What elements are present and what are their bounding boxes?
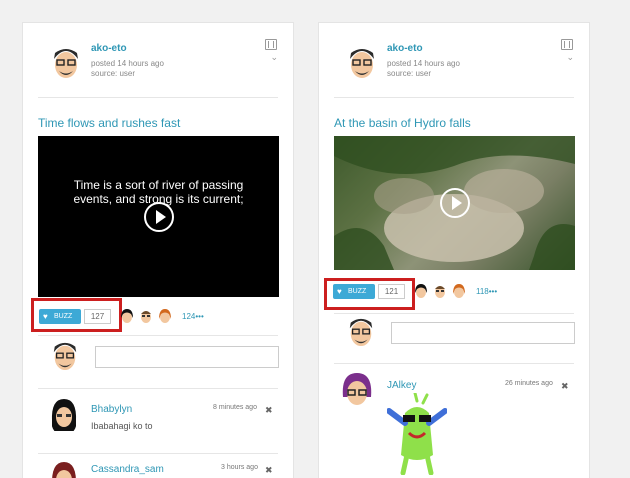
post-author[interactable]: ako-eto [387, 43, 423, 54]
close-icon[interactable]: ✖ [265, 405, 273, 416]
heart-icon: ♥ [43, 312, 48, 321]
divider [38, 97, 278, 98]
avatar[interactable] [158, 308, 172, 325]
play-icon[interactable] [439, 188, 470, 218]
post-meta: posted 14 hours ago source: user [91, 59, 164, 79]
post-card: ako-eto posted 14 hours ago source: user… [318, 22, 590, 478]
comment-author[interactable]: Bhabylyn [91, 404, 132, 415]
avatar[interactable] [51, 397, 77, 435]
close-icon[interactable]: ✖ [561, 381, 569, 392]
avatar[interactable] [347, 45, 377, 81]
avatar[interactable] [433, 283, 447, 300]
post-author[interactable]: ako-eto [91, 43, 127, 54]
comment-text: Ibabahagi ko to [91, 421, 153, 431]
post-card: ako-eto posted 14 hours ago source: user… [22, 22, 294, 478]
post-time: posted 14 hours ago [91, 59, 164, 68]
buzz-button[interactable]: ♥ BUZZ [39, 309, 81, 324]
comment-input[interactable] [95, 346, 279, 368]
heart-icon: ♥ [337, 287, 342, 296]
buzz-count: 121 [378, 284, 405, 299]
avatar[interactable] [452, 283, 466, 300]
post-source: source: user [387, 69, 432, 78]
avatar[interactable] [341, 371, 373, 411]
comment-time: 26 minutes ago [505, 380, 553, 387]
avatar[interactable] [51, 460, 77, 478]
divider [334, 363, 574, 364]
buzz-count: 127 [84, 309, 111, 324]
divider [38, 388, 278, 389]
divider [334, 313, 574, 314]
comment-time: 3 hours ago [221, 464, 258, 471]
buzz-button[interactable]: ♥ BUZZ [333, 284, 375, 299]
post-title[interactable]: Time flows and rushes fast [38, 116, 180, 130]
play-icon[interactable] [143, 201, 174, 232]
post-time: posted 14 hours ago [387, 59, 460, 68]
film-icon[interactable] [561, 39, 573, 50]
film-icon[interactable] [265, 39, 277, 50]
chevron-down-icon[interactable]: ⌄ [566, 52, 574, 63]
sticker-image [387, 393, 447, 475]
chevron-down-icon[interactable]: ⌄ [270, 52, 278, 63]
reactors-more[interactable]: 124••• [182, 312, 204, 321]
reactors-more[interactable]: 118••• [476, 287, 497, 296]
post-title[interactable]: At the basin of Hydro falls [334, 116, 471, 130]
comment-time: 8 minutes ago [213, 404, 257, 411]
divider [334, 97, 574, 98]
avatar[interactable] [51, 45, 81, 81]
avatar[interactable] [347, 315, 375, 349]
avatar[interactable] [51, 339, 79, 373]
divider [38, 453, 278, 454]
post-source: source: user [91, 69, 136, 78]
avatar[interactable] [139, 308, 153, 325]
avatar[interactable] [414, 283, 428, 300]
avatar[interactable] [120, 308, 134, 325]
video-player[interactable]: Time is a sort of river of passing event… [38, 136, 279, 297]
divider [38, 335, 278, 336]
comment-author[interactable]: JAlkey [387, 380, 416, 391]
post-meta: posted 14 hours ago source: user [387, 59, 460, 79]
comment-input[interactable] [391, 322, 575, 344]
comment-author[interactable]: Cassandra_sam [91, 464, 164, 475]
close-icon[interactable]: ✖ [265, 465, 273, 476]
video-player[interactable] [334, 136, 575, 270]
